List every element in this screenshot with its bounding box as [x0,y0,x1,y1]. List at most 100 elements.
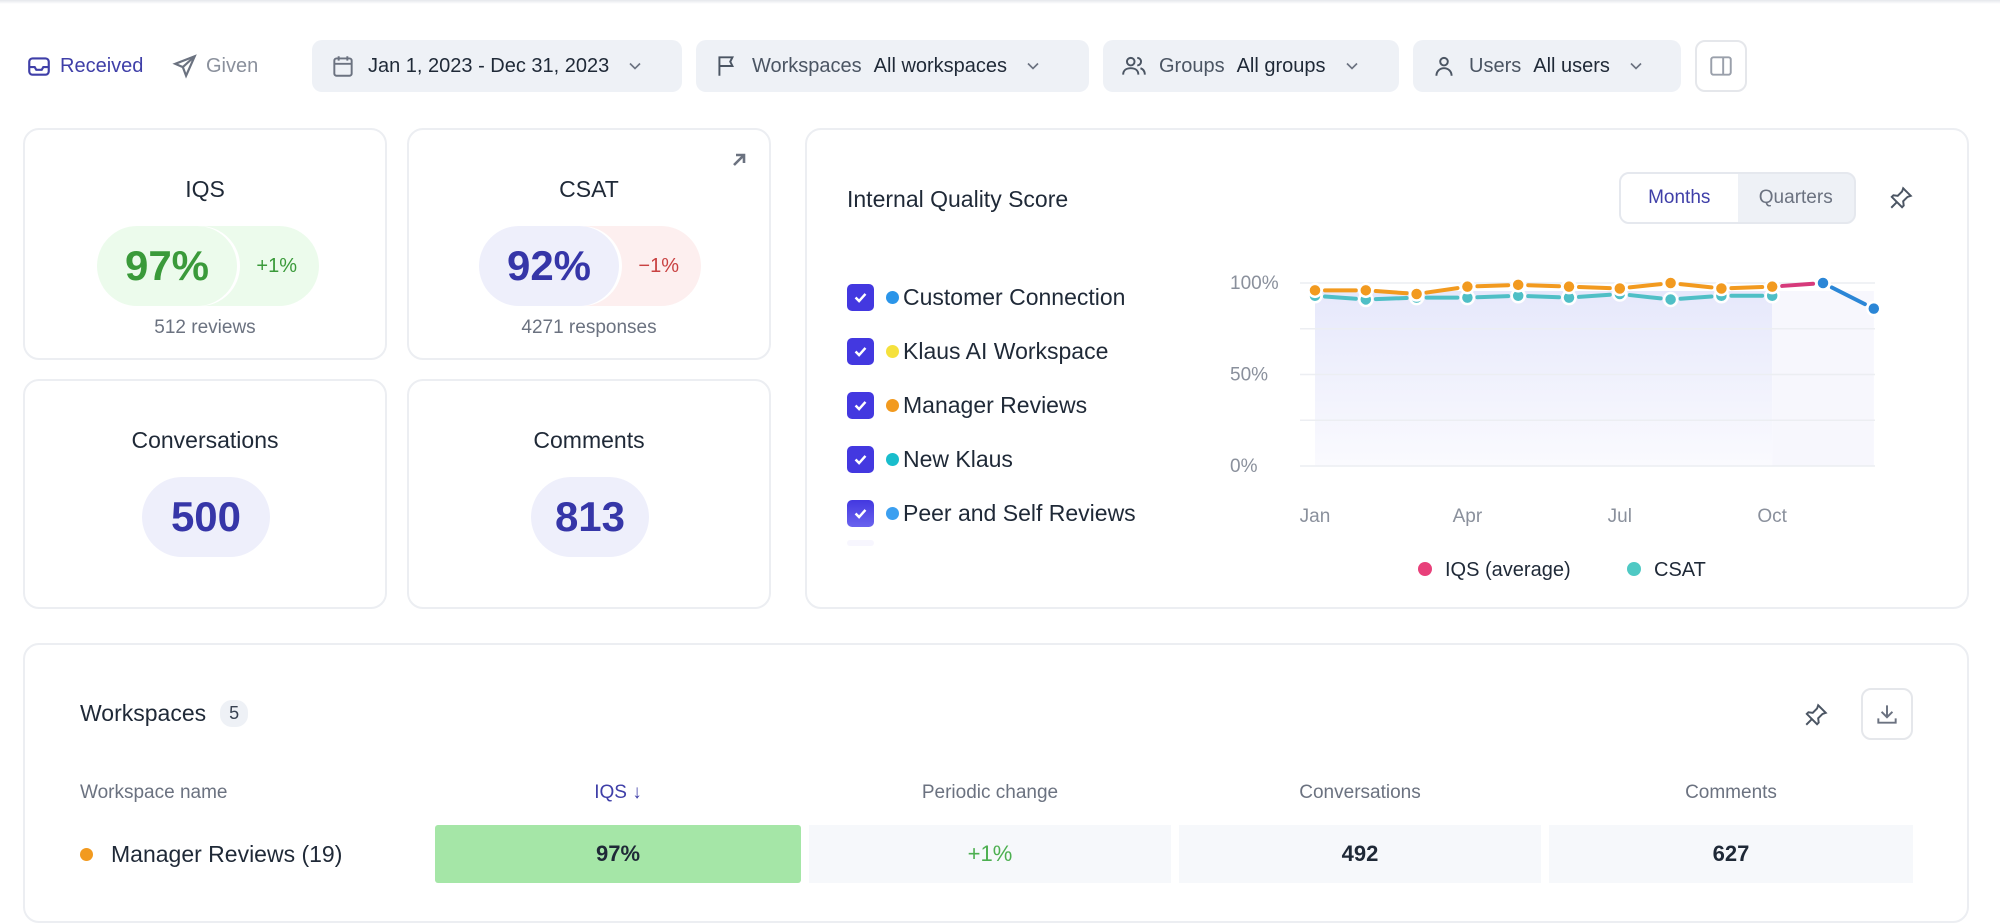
workspaces-title: Workspaces [80,700,207,726]
workspaces-card: Workspaces 5 Workspace name IQS ↓ Period… [23,643,1969,923]
workspaces-filter-label: Workspaces [752,54,862,77]
toggle-months[interactable]: Months [1621,174,1738,222]
arrow-up-right-icon[interactable] [727,148,751,172]
download-button[interactable] [1861,688,1913,740]
series-line-manager-reviews [1678,282,1714,290]
data-point [1307,282,1323,299]
column-header-conversations[interactable]: Conversations [1179,782,1541,804]
column-header-workspace-name[interactable]: Workspace name [80,782,228,804]
top-shadow [0,0,2000,4]
series-line-manager-reviews [1475,283,1511,289]
tab-received[interactable]: Received [26,40,143,92]
check-icon [854,454,867,465]
tab-given[interactable]: Given [172,40,258,92]
legend-item-customer-connection[interactable]: Customer Connection [847,270,1136,324]
date-range-filter[interactable]: Jan 1, 2023 - Dec 31, 2023 [312,40,682,92]
conversations-kpi-card: Conversations 500 [23,379,387,609]
x-tick-label: Apr [1453,506,1483,527]
series-line-manager-reviews [1729,285,1765,291]
checkbox[interactable] [847,337,874,365]
series-line-manager-reviews [1627,282,1663,290]
color-dot [886,452,899,466]
inbox-icon [28,57,50,76]
legend-label: Peer and Self Reviews [903,499,1136,526]
flag-icon [718,56,734,76]
x-tick-label: Jan [1300,506,1331,527]
checkbox[interactable] [847,499,874,527]
conversations-cell: 492 [1179,825,1541,883]
chevron-down-icon [1027,62,1039,70]
iqs-kpi-value: 97% [97,226,237,306]
legend-item-peer-and-self-reviews[interactable]: Peer and Self Reviews [847,486,1136,540]
legend-item-new-klaus[interactable]: New Klaus [847,432,1136,486]
check-icon [854,400,867,411]
x-tick-label: Jul [1608,506,1632,527]
workspaces-count-badge: 5 [220,700,249,727]
series-line-manager-reviews [1373,289,1409,296]
legend-label: CSAT [1654,559,1706,581]
csat-kpi-responses: 4271 responses [521,317,657,338]
checkbox[interactable] [847,283,874,311]
series-line-csat [1678,294,1714,301]
column-header-comments[interactable]: Comments [1549,782,1913,804]
groups-filter[interactable]: Groups All groups [1103,40,1399,92]
chevron-down-icon [1630,62,1642,70]
csat-kpi-title: CSAT [559,176,619,202]
groups-filter-value: All groups [1236,54,1326,77]
workspaces-filter[interactable]: Workspaces All workspaces [696,40,1089,92]
y-tick-label: 50% [1230,365,1268,386]
iqs-kpi-reviews: 512 reviews [154,317,256,338]
conversations-kpi-title: Conversations [131,427,279,453]
x-tick-label: Oct [1757,506,1787,527]
legend-item-manager-reviews[interactable]: Manager Reviews [847,378,1136,432]
pin-icon [1805,703,1828,726]
color-dot [886,290,899,304]
iqs-line-chart: 100% 50% 0% Jan Apr Jul Oct IQS (average) CSAT [1230,273,1882,581]
filter-toolbar: Received Given Jan 1, 2023 - Dec 31, 202… [0,40,2000,92]
users-filter[interactable]: Users All users [1413,40,1681,92]
data-point [1408,286,1425,302]
data-point [1561,278,1577,295]
legend-label: Klaus AI Workspace [903,337,1109,364]
toggle-side-panel-button[interactable] [1695,40,1747,92]
chart-area-fill-forecast [1772,291,1874,466]
series-line-csat [1322,294,1358,301]
pin-table-button[interactable] [1798,697,1834,733]
comments-cell: 627 [1549,825,1913,883]
chevron-down-icon [1345,62,1358,70]
data-point [1662,275,1679,291]
column-header-iqs[interactable]: IQS ↓ [435,782,801,804]
iqs-cell: 97% [435,825,801,883]
data-point [1612,280,1628,297]
checkbox[interactable] [847,540,874,546]
check-icon [854,292,867,303]
iqs-chart-title: Internal Quality Score [847,186,1069,212]
csat-kpi-value: 92% [479,226,619,306]
series-line-csat [1475,294,1511,300]
checkbox[interactable] [847,445,874,473]
iqs-kpi-title: IQS [185,176,225,202]
data-point [1713,280,1730,297]
comments-kpi-title: Comments [533,427,645,453]
csat-kpi-pill: 92% −1% [479,226,701,306]
calendar-icon [333,56,353,77]
legend-label: Customer Connection [903,283,1126,310]
chevron-down-icon [629,62,641,70]
workspace-name-cell[interactable]: Manager Reviews (19) [80,825,342,883]
color-dot [886,344,899,358]
pin-chart-button[interactable] [1883,180,1919,216]
csat-kpi-card[interactable]: CSAT 92% −1% 4271 responses [407,128,771,360]
legend-dot [1418,562,1432,576]
workspace-color-dot [80,847,93,861]
legend-item-partial[interactable] [847,540,1136,560]
legend-item-klaus-ai-workspace[interactable]: Klaus AI Workspace [847,324,1136,378]
checkbox[interactable] [847,391,874,419]
groups-filter-label: Groups [1159,54,1225,77]
toggle-quarters[interactable]: Quarters [1738,174,1855,222]
data-point [1764,278,1780,295]
iqs-kpi-card: IQS 97% +1% 512 reviews [23,128,387,360]
color-dot [886,398,899,412]
column-header-periodic-change[interactable]: Periodic change [809,782,1171,804]
check-icon [854,346,867,357]
workspaces-header: Workspaces 5 [80,700,249,727]
